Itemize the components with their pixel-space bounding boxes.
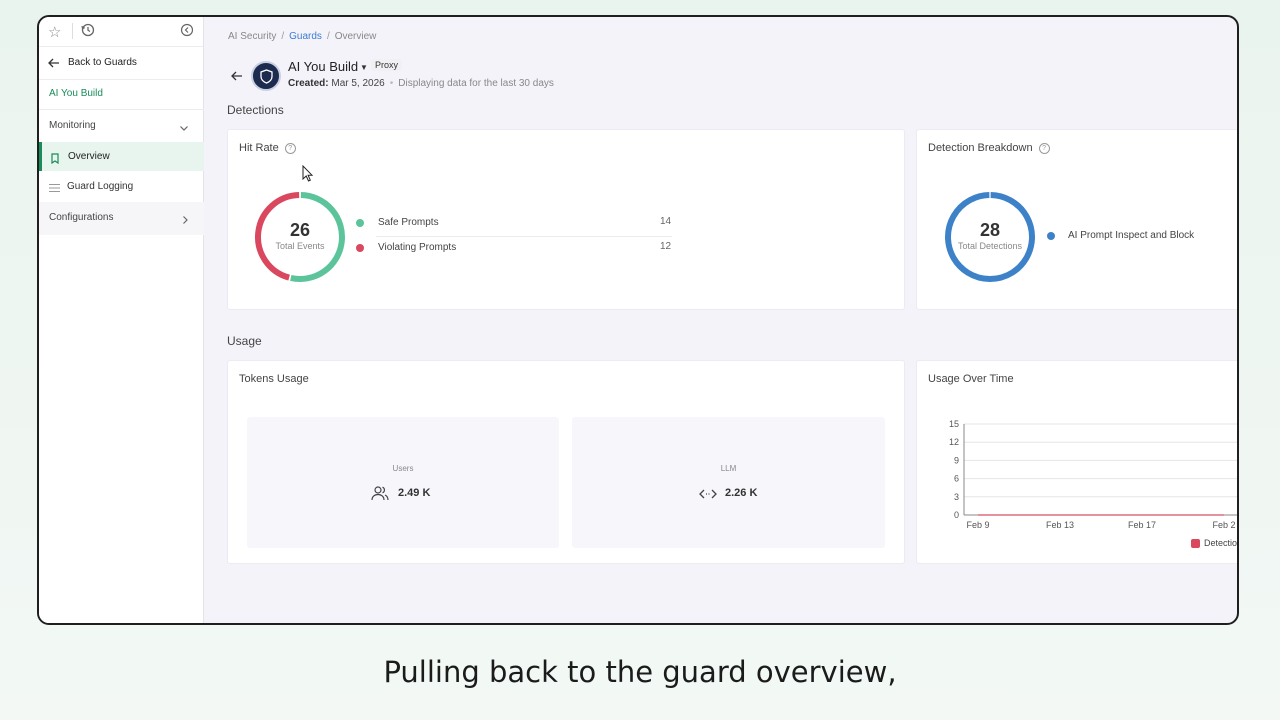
help-icon[interactable]: ? [284,143,296,154]
bookmark-icon [50,151,60,169]
hit-rate-total: 26 [289,220,311,240]
configurations-group-toggle[interactable]: Configurations [39,202,204,235]
detection-breakdown-title: Detection Breakdown? [928,142,1050,154]
history-icon[interactable] [80,22,96,43]
hit-rate-title-text: Hit Rate [239,142,279,154]
x-tick-label: Feb 13 [1046,520,1074,530]
arrow-left-icon [47,56,60,74]
llm-tokens-label: LLM [720,464,737,473]
breadcrumb-guards[interactable]: Guards [289,31,322,42]
created-info: Created: Mar 5, 2026 • Displaying data for… [288,78,554,89]
y-tick-label: 0 [954,510,959,520]
safe-prompts-label: Safe Prompts [378,217,439,228]
divider [376,236,672,237]
y-tick-label: 15 [949,419,959,429]
y-tick-label: 12 [949,437,959,447]
y-tick-label: 3 [954,492,959,502]
breadcrumb: AI Security / Guards / Overview [228,31,377,42]
usage-over-time-card: Usage Over Time 0 3 6 9 12 15 Feb 9 Feb 13 Feb 1… [916,360,1238,564]
breadcrumb-root[interactable]: AI Security [228,31,276,42]
range-note: Displaying data for the last 30 days [398,78,554,89]
detection-breakdown-card: Detection Breakdown? 28 Total Detections… [916,129,1237,310]
back-to-guards-link[interactable]: Back to Guards [39,54,204,72]
hit-rate-card: Hit Rate? 26 Total Events Safe Prompts 1… [227,129,905,310]
sidebar-item-guard-logging[interactable]: Guard Logging [39,172,204,201]
sidebar-item-label: Overview [68,151,110,162]
created-label: Created: [288,78,329,89]
violating-prompts-dot [356,244,364,252]
divider [72,23,73,39]
detection-breakdown-title-text: Detection Breakdown [928,142,1033,154]
detection-breakdown-total: 28 [979,220,1001,240]
llm-tokens-value: 2.26 K [725,487,758,499]
legend-checkbox-icon[interactable] [1191,539,1200,548]
monitoring-label: Monitoring [49,120,96,131]
y-tick-label: 6 [954,474,959,484]
safe-prompts-value: 14 [660,216,672,227]
collapse-sidebar-icon[interactable] [180,23,194,42]
hit-rate-total-label: Total Events [275,241,325,251]
guard-title[interactable]: AI You Build [288,59,358,74]
x-tick-label: Feb 9 [966,520,989,530]
sidebar: ☆ Back to Guards AI You Build Monitoring [39,17,204,623]
violating-prompts-label: Violating Prompts [378,242,457,253]
safe-prompts-dot [356,219,364,227]
detection-breakdown-total-label: Total Detections [957,241,1023,251]
tokens-usage-title: Tokens Usage [239,373,309,385]
x-tick-label: Feb 17 [1128,520,1156,530]
ai-prompt-inspect-label: AI Prompt Inspect and Block [1068,230,1195,241]
violating-prompts-value: 12 [660,241,672,252]
sidebar-toolbar: ☆ [39,17,203,47]
users-tokens-label: Users [392,464,414,473]
configurations-label: Configurations [49,212,114,223]
x-tick-label: Feb 2 [1212,520,1235,530]
users-tokens-value: 2.49 K [398,487,431,499]
mouse-cursor-icon [302,164,314,188]
chevron-right-icon [180,212,190,230]
code-arrows-icon [699,487,717,505]
caret-down-icon[interactable]: ▼ [360,63,368,72]
tokens-usage-card: Tokens Usage Users 2.49 K LLM 2.26 K [227,360,905,564]
usage-over-time-chart: 0 3 6 9 12 15 Feb 9 Feb 13 Feb 17 Feb 2 [949,419,1237,530]
chevron-down-icon [179,120,189,138]
created-date: Mar 5, 2026 [331,78,385,89]
back-to-guards-label: Back to Guards [68,57,137,68]
users-tokens-box: Users 2.49 K [247,417,559,548]
sidebar-item-label: Guard Logging [67,181,134,192]
back-arrow-icon[interactable] [230,69,243,87]
app-window: ☆ Back to Guards AI You Build Monitoring [37,15,1239,625]
detections-section-title: Detections [227,103,284,117]
ai-prompt-inspect-dot [1047,232,1055,240]
legend-label: Detectio [1204,538,1238,548]
guard-avatar [251,61,281,91]
divider [39,79,204,80]
breadcrumb-current: Overview [334,31,377,42]
shield-icon [260,69,273,84]
star-icon[interactable]: ☆ [48,23,61,41]
type-badge: Proxy [371,59,403,71]
video-caption: Pulling back to the guard overview, [383,655,897,689]
hit-rate-title: Hit Rate? [239,142,296,154]
help-icon[interactable]: ? [1038,143,1050,154]
main-content: AI Security / Guards / Overview AI You Build… [204,17,1237,623]
guard-name-label: AI You Build [49,88,103,99]
list-icon [49,180,60,198]
y-tick-label: 9 [954,455,959,465]
monitoring-group-toggle[interactable]: Monitoring [39,110,204,141]
usage-section-title: Usage [227,334,262,348]
llm-tokens-box: LLM 2.26 K [572,417,885,548]
users-icon [371,485,389,506]
sidebar-item-overview[interactable]: Overview [39,142,204,171]
